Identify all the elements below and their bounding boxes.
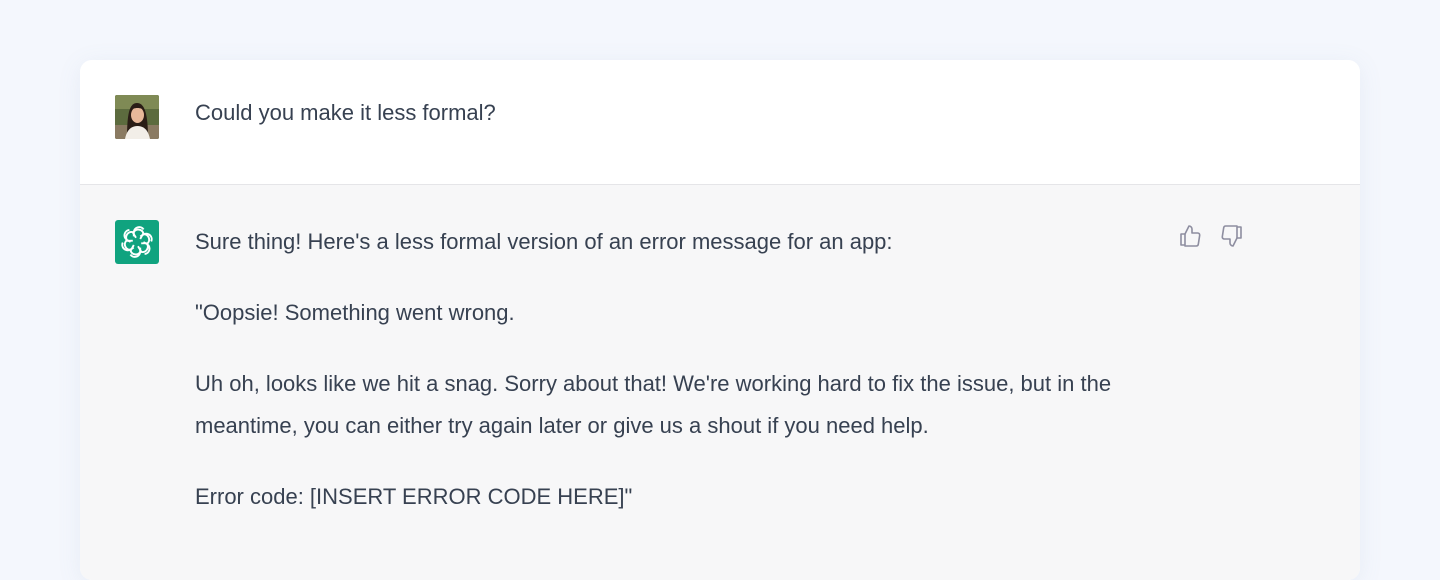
openai-logo-icon bbox=[121, 226, 153, 258]
user-message-row: Could you make it less formal? bbox=[80, 60, 1360, 185]
feedback-buttons bbox=[1178, 223, 1244, 249]
assistant-paragraph-intro: Sure thing! Here's a less formal version… bbox=[195, 229, 893, 254]
assistant-avatar bbox=[115, 220, 159, 264]
assistant-paragraph-headline: "Oopsie! Something went wrong. bbox=[195, 300, 515, 325]
assistant-message-text: Sure thing! Here's a less formal version… bbox=[195, 221, 1155, 547]
assistant-message-row: Sure thing! Here's a less formal version… bbox=[80, 185, 1360, 580]
assistant-paragraph-error-code: Error code: [INSERT ERROR CODE HERE]" bbox=[195, 484, 633, 509]
thumbs-down-icon bbox=[1221, 225, 1242, 247]
chat-card: Could you make it less formal? Sure thin… bbox=[80, 60, 1360, 580]
thumbs-down-button[interactable] bbox=[1220, 223, 1244, 249]
user-avatar bbox=[115, 95, 159, 139]
thumbs-up-button[interactable] bbox=[1178, 223, 1202, 249]
user-message-text: Could you make it less formal? bbox=[195, 100, 496, 125]
thumbs-up-icon bbox=[1180, 225, 1201, 247]
assistant-paragraph-body: Uh oh, looks like we hit a snag. Sorry a… bbox=[195, 371, 1112, 438]
user-photo-avatar-icon bbox=[115, 95, 159, 139]
